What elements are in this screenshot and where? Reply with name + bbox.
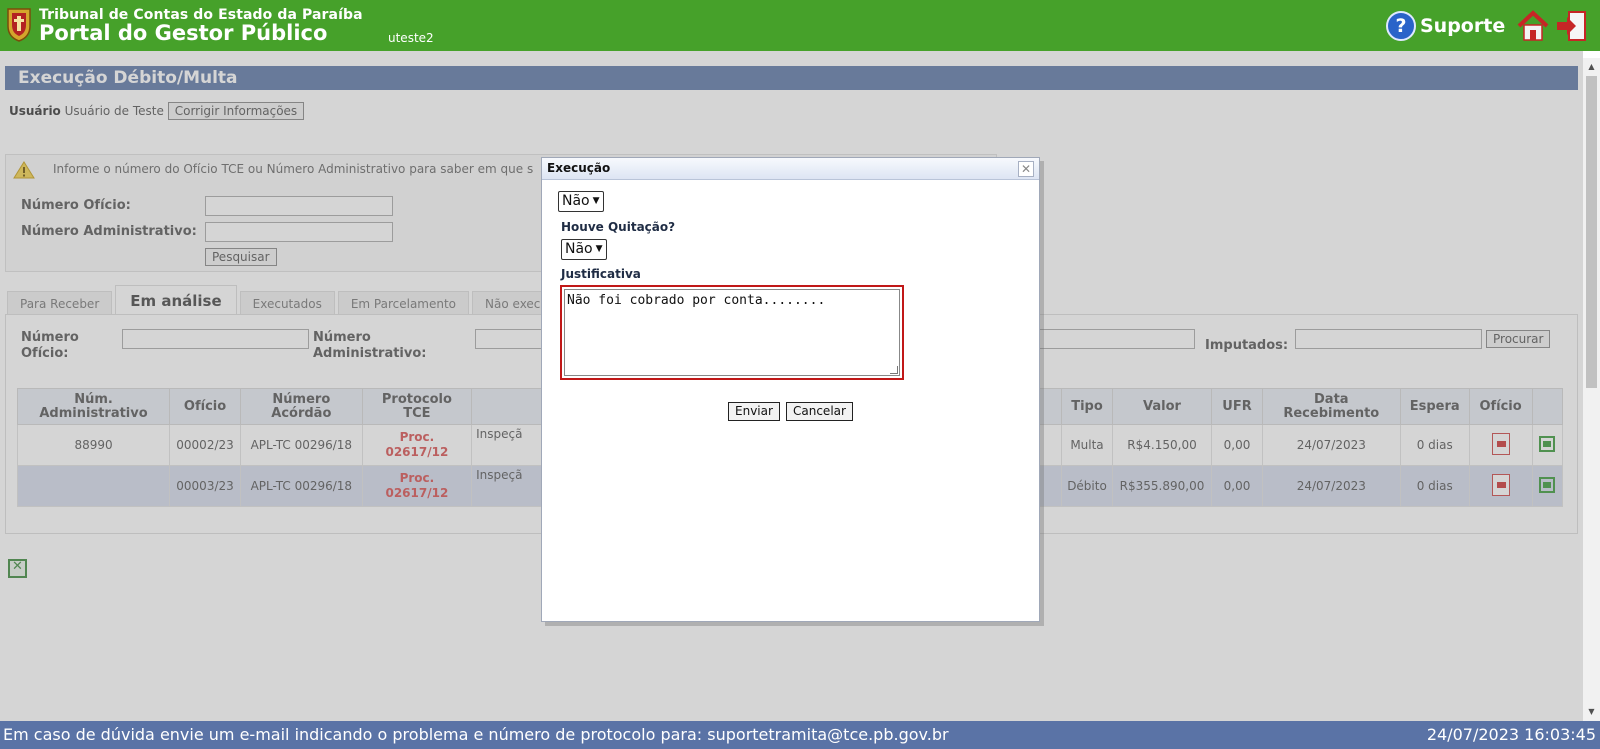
execucao-dialog: Execução ✕ Não ▼ Houve Quitação? Não ▼ Jus… [541,157,1040,622]
help-icon: ? [1386,11,1416,41]
quitacao-select[interactable]: Não ▼ [561,239,607,260]
justificativa-text: Não foi cobrado por conta........ [567,293,826,308]
close-icon[interactable]: ✕ [1018,161,1034,177]
footer-bar: Em caso de dúvida envie um e-mail indica… [0,721,1600,749]
chevron-down-icon: ▼ [592,196,600,206]
dialog-title: Execução [542,158,1039,180]
top-header: Tribunal de Contas do Estado da Paraíba … [0,0,1600,51]
execucao-select[interactable]: Não ▼ [558,191,604,212]
tce-logo-icon [7,8,31,42]
justificativa-label: Justificativa [561,267,641,281]
logged-user: uteste2 [388,31,434,45]
cancelar-button[interactable]: Cancelar [786,402,853,421]
page-scrollbar[interactable]: ▲ ▼ [1583,58,1600,721]
scrollbar-thumb[interactable] [1586,76,1597,388]
resize-handle-icon[interactable] [890,366,898,374]
footer-support-text: Em caso de dúvida envie um e-mail indica… [3,725,949,744]
portal-name: Portal do Gestor Público [39,21,328,45]
scroll-down-arrow-icon[interactable]: ▼ [1583,705,1600,719]
quitacao-label: Houve Quitação? [561,220,676,234]
enviar-button[interactable]: Enviar [728,402,780,421]
justificativa-field[interactable]: Não foi cobrado por conta........ [560,285,904,380]
logout-icon[interactable] [1554,9,1588,43]
support-link[interactable]: ? Suporte [1386,10,1505,42]
scroll-up-arrow-icon[interactable]: ▲ [1583,60,1600,74]
quitacao-select-value: Não [565,241,593,257]
support-label: Suporte [1420,15,1506,37]
execucao-select-value: Não [562,193,590,209]
chevron-down-icon: ▼ [595,244,603,254]
justificativa-textarea[interactable]: Não foi cobrado por conta........ [564,289,900,376]
footer-datetime: 24/07/2023 16:03:45 [1426,725,1596,744]
home-icon[interactable] [1516,9,1550,43]
